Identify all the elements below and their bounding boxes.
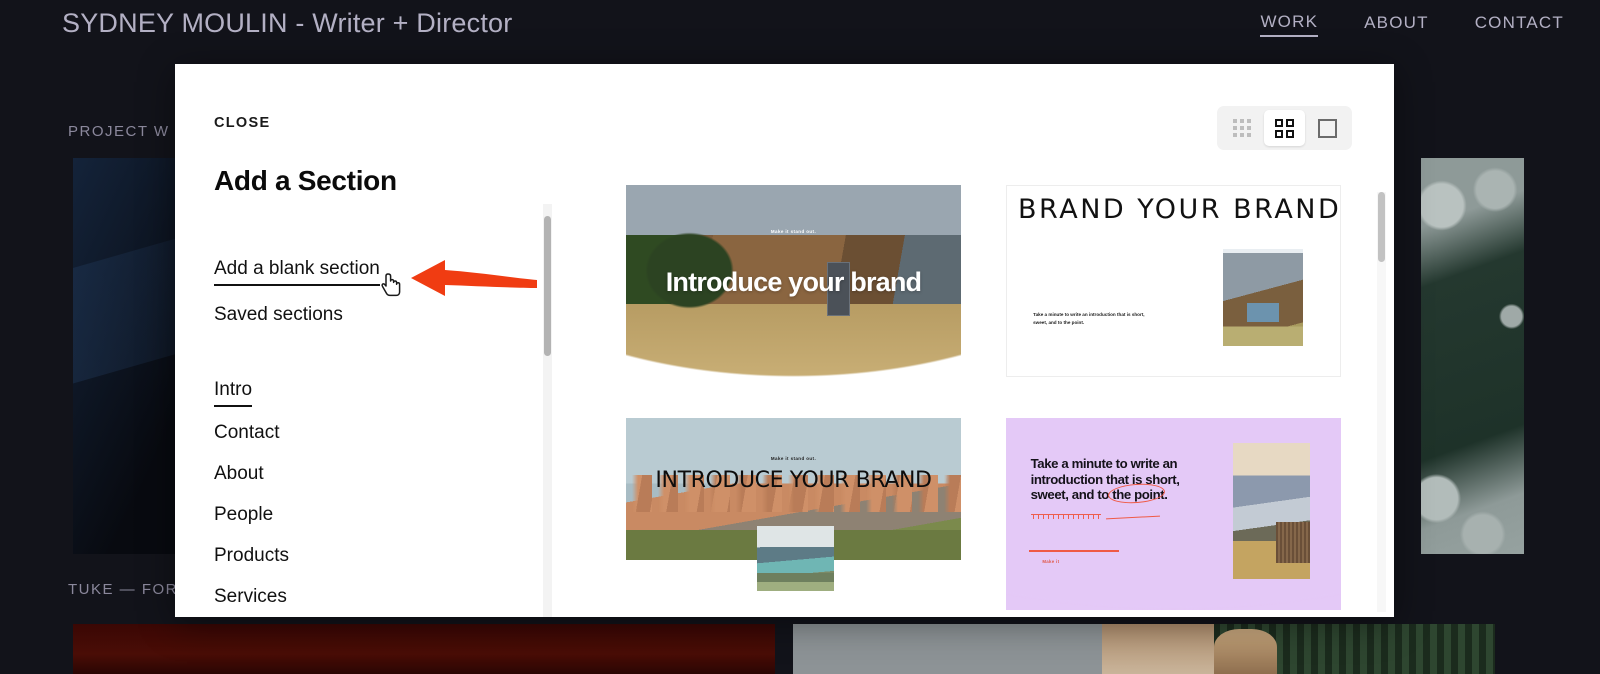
category-item-people[interactable]: People [214, 494, 273, 535]
template-title: BRAND YOUR BRAND [1018, 194, 1342, 225]
add-blank-section-link[interactable]: Add a blank section [214, 258, 380, 286]
single-square-icon [1318, 118, 1337, 138]
category-list: Intro Contact About People Products Serv… [214, 369, 575, 617]
grid-3x3-view-button[interactable] [1221, 110, 1262, 146]
modal-left-pane: CLOSE Add a Section Add a blank section … [175, 64, 575, 617]
template-photo-mountain-barn [1222, 248, 1303, 346]
nav-item-about[interactable]: ABOUT [1364, 13, 1429, 36]
nav-item-contact[interactable]: CONTACT [1475, 13, 1564, 36]
template-card-introduce-your-brand-mountains[interactable]: Make it stand out. INTRODUCE YOUR BRAND [626, 418, 961, 610]
template-card-introduce-your-brand-photo[interactable]: Make it stand out. Introduce your brand [626, 185, 961, 377]
category-item-services[interactable]: Services [214, 576, 287, 617]
section-label-project: PROJECT W [68, 123, 170, 140]
modal-heading: Add a Section [214, 165, 397, 196]
background-image-right [1421, 158, 1524, 554]
section-label-tuke: TUKE — FOR [68, 581, 179, 598]
template-title: INTRODUCE YOUR BRAND [655, 467, 932, 493]
site-header: SYDNEY MOULIN - Writer + Director WORK A… [0, 0, 1600, 48]
pointer-cursor-icon [381, 273, 401, 297]
add-section-modal: CLOSE Add a Section Add a blank section … [175, 64, 1394, 617]
single-square-view-button[interactable] [1307, 110, 1348, 146]
template-kicker: Make it [1042, 559, 1060, 565]
template-card-take-a-minute-lavender[interactable]: Take a minute to write an introduction t… [1005, 418, 1341, 610]
modal-right-pane: Make it stand out. Introduce your brand … [575, 64, 1394, 617]
category-item-contact[interactable]: Contact [214, 412, 279, 453]
template-body-text: Take a minute to write an introduction t… [1030, 456, 1180, 503]
close-button[interactable]: CLOSE [214, 115, 270, 131]
view-toggle-group [1217, 106, 1352, 150]
grid-2x2-icon [1275, 118, 1294, 138]
annotation-arrow-icon [411, 260, 537, 296]
saved-sections-link[interactable]: Saved sections [214, 304, 343, 326]
template-grid-scrollbar[interactable] [1377, 192, 1386, 612]
template-title: Introduce your brand [665, 267, 922, 298]
category-item-about[interactable]: About [214, 453, 264, 494]
background-image-bottom-right [793, 624, 1495, 674]
template-card-brand-your-brand[interactable]: BRAND YOUR BRAND Take a minute to write … [1005, 185, 1341, 377]
template-kicker: Make it stand out. [770, 456, 817, 462]
grid-2x2-view-button[interactable] [1264, 110, 1305, 146]
grid-3x3-icon [1232, 119, 1251, 137]
category-item-intro[interactable]: Intro [214, 369, 253, 407]
background-image-bottom-left [73, 624, 775, 674]
template-body-text: Take a minute to write an introduction t… [1033, 312, 1145, 325]
template-kicker: Make it stand out. [770, 229, 817, 235]
category-item-products[interactable]: Products [214, 535, 289, 576]
site-nav: WORK ABOUT CONTACT [1260, 12, 1564, 37]
left-pane-scrollbar[interactable] [543, 204, 552, 617]
site-title: SYDNEY MOULIN - Writer + Director [62, 8, 513, 38]
nav-item-work[interactable]: WORK [1260, 12, 1319, 37]
template-grid-scrollbar-thumb[interactable] [1378, 192, 1385, 262]
template-photo-lakeside-cabin [1233, 442, 1311, 580]
left-pane-scrollbar-thumb[interactable] [544, 216, 551, 356]
template-photo-inset-lake [756, 525, 834, 591]
template-grid: Make it stand out. Introduce your brand … [626, 185, 1346, 617]
